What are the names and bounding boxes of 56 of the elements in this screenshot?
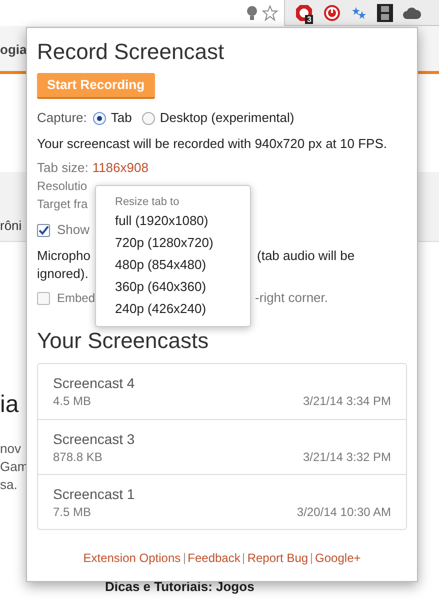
- screencast-item[interactable]: Screencast 4 4.5 MB 3/21/14 3:34 PM: [38, 364, 406, 419]
- embed-option-label: -right corner.: [255, 289, 328, 308]
- screencast-date: 3/21/14 3:32 PM: [302, 449, 391, 466]
- page-text: rôni: [0, 217, 22, 235]
- capture-radio[interactable]: Desktop (experimental): [142, 108, 294, 128]
- star-icon[interactable]: [262, 4, 278, 20]
- film-strip-icon[interactable]: [377, 4, 393, 22]
- tab-size-label: Tab size:: [37, 159, 88, 177]
- screencast-size: 4.5 MB: [53, 393, 92, 410]
- screencast-name: Screencast 4: [53, 374, 136, 392]
- microphone-text: Micropho: [37, 247, 92, 265]
- tab-size-value[interactable]: 1186x908: [92, 159, 148, 177]
- power-icon[interactable]: [323, 4, 341, 22]
- screencast-date: 3/21/14 3:34 PM: [302, 393, 391, 410]
- menu-title: Resize tab to: [115, 195, 180, 210]
- check-icon: [38, 224, 49, 236]
- menu-item[interactable]: full (1920x1080): [115, 210, 250, 232]
- screencast-date: 3/20/14 10:30 AM: [296, 504, 391, 521]
- page-text: nov: [0, 440, 21, 458]
- show-option-label: Show: [57, 221, 90, 240]
- menu-item[interactable]: 720p (1280x720): [115, 232, 250, 254]
- screencasts-heading: Your Screencasts: [37, 327, 210, 355]
- screencast-item[interactable]: Screencast 3 878.8 KB 3/21/14 3:32 PM: [38, 419, 406, 474]
- checkbox[interactable]: [37, 224, 50, 236]
- checkbox[interactable]: [37, 292, 50, 304]
- screencast-name: Screencast 1: [53, 485, 136, 503]
- capture-label: Capture:: [37, 109, 87, 128]
- badge: 3: [305, 14, 314, 24]
- page-text: sa.: [0, 476, 18, 494]
- cloud-icon[interactable]: [403, 6, 421, 18]
- footer-link[interactable]: Extension Options: [83, 549, 181, 567]
- microphone-note: ignored).: [37, 265, 88, 283]
- microphone-note: (tab audio will be: [257, 247, 355, 265]
- embed-option-label: Embed: [57, 290, 96, 307]
- resolution-label: Resolutio: [37, 178, 88, 195]
- capture-radio[interactable]: Tab: [92, 108, 132, 128]
- page-heading: Dicas e Tutoriais: Jogos: [105, 578, 254, 596]
- footer-link[interactable]: Feedback: [188, 549, 240, 567]
- menu-item[interactable]: 240p (426x240): [115, 298, 250, 320]
- screencast-size: 7.5 MB: [53, 504, 92, 521]
- screencast-name: Screencast 3: [53, 430, 136, 448]
- stars-icon[interactable]: [351, 4, 367, 20]
- page-text: ia: [0, 390, 19, 420]
- page-text: ogia: [0, 41, 27, 59]
- radio-button[interactable]: [92, 112, 106, 124]
- lightbulb-icon[interactable]: [246, 4, 258, 20]
- radio-button[interactable]: [142, 112, 155, 124]
- footer-link[interactable]: Report Bug: [247, 549, 308, 567]
- menu-item[interactable]: 360p (640x360): [115, 276, 250, 298]
- menu-item[interactable]: 480p (854x480): [115, 254, 250, 276]
- screencast-size: 878.8 KB: [53, 449, 102, 466]
- screencast-item[interactable]: Screencast 1 7.5 MB 3/20/14 10:30 AM: [38, 474, 406, 529]
- popup-title: Record Screencast: [37, 38, 226, 66]
- target-label: Target fra: [37, 196, 88, 213]
- footer-link[interactable]: Google+: [315, 549, 361, 567]
- recording-info: Your screencast will be recorded with 940x720 px at 10 FPS.: [37, 135, 388, 153]
